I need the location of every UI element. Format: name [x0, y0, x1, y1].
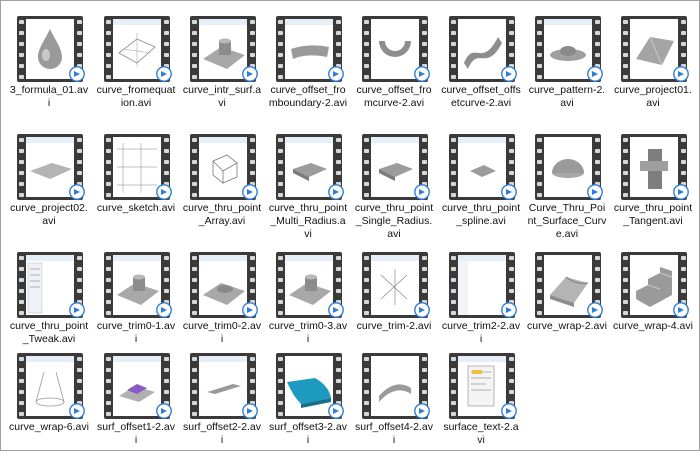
file-name: curve_thru_point_Tangent.avi: [613, 202, 693, 227]
file-item[interactable]: curve_pattern-2.avi: [527, 9, 607, 127]
media-player-badge-icon: [673, 66, 689, 82]
file-item[interactable]: curve_thru_point_Tangent.avi: [613, 127, 693, 245]
media-player-badge-icon: [501, 302, 517, 318]
media-player-badge-icon: [673, 302, 689, 318]
file-name: curve_thru_point_Tweak.avi: [9, 320, 89, 345]
media-player-badge-icon: [69, 302, 85, 318]
media-player-badge-icon: [242, 66, 258, 82]
file-item[interactable]: curve_thru_point_spline.avi: [441, 127, 521, 245]
file-name: curve_wrap-2.avi: [527, 320, 607, 332]
media-player-badge-icon: [242, 184, 258, 200]
file-item[interactable]: curve_project02.avi: [9, 127, 89, 245]
media-player-badge-icon: [69, 184, 85, 200]
file-item[interactable]: surf_offset4-2.avi: [354, 346, 434, 464]
media-player-badge-icon: [501, 66, 517, 82]
media-player-badge-icon: [673, 184, 689, 200]
file-item[interactable]: Curve_Thru_Point_Surface_Curve.avi: [527, 127, 607, 245]
media-player-badge-icon: [501, 403, 517, 419]
file-name: curve_wrap-4.avi: [613, 320, 693, 332]
file-item[interactable]: surf_offset1-2.avi: [96, 346, 176, 464]
file-name: surf_offset2-2.avi: [182, 421, 262, 446]
file-name: curve_project01.avi: [614, 84, 692, 109]
media-player-badge-icon: [501, 184, 517, 200]
media-player-badge-icon: [587, 66, 603, 82]
file-item[interactable]: curve_wrap-2.avi: [527, 245, 607, 363]
file-item[interactable]: curve_offset_fromboundary-2.avi: [268, 9, 348, 127]
file-item[interactable]: curve_offset_offsetcurve-2.avi: [441, 9, 521, 127]
media-player-badge-icon: [587, 184, 603, 200]
media-player-badge-icon: [328, 403, 344, 419]
media-player-badge-icon: [414, 302, 430, 318]
file-name: curve_thru_point_Single_Radius.avi: [354, 202, 434, 240]
file-item[interactable]: curve_fromequation.avi: [96, 9, 176, 127]
file-name: curve_project02.avi: [10, 202, 88, 227]
media-player-badge-icon: [328, 66, 344, 82]
media-player-badge-icon: [587, 302, 603, 318]
file-name: curve_trim0-3.avi: [268, 320, 348, 345]
media-player-badge-icon: [242, 302, 258, 318]
media-player-badge-icon: [69, 403, 85, 419]
file-item[interactable]: curve_thru_point_Array.avi: [182, 127, 262, 245]
file-name: curve_trim0-2.avi: [182, 320, 262, 345]
file-name: curve_offset_offsetcurve-2.avi: [441, 84, 521, 109]
file-item[interactable]: curve_offset_fromcurve-2.avi: [354, 9, 434, 127]
file-item[interactable]: curve_sketch.avi: [96, 127, 176, 245]
media-player-badge-icon: [156, 184, 172, 200]
file-name: curve_thru_point_Multi_Radius.avi: [268, 202, 348, 240]
media-player-badge-icon: [242, 403, 258, 419]
file-name: 3_formula_01.avi: [9, 84, 89, 109]
file-item[interactable]: surf_offset3-2.avi: [268, 346, 348, 464]
file-name: curve_thru_point_spline.avi: [441, 202, 521, 227]
file-name: Curve_Thru_Point_Surface_Curve.avi: [527, 202, 607, 240]
file-name: surf_offset3-2.avi: [268, 421, 348, 446]
media-player-badge-icon: [328, 184, 344, 200]
media-player-badge-icon: [414, 66, 430, 82]
file-name: curve_sketch.avi: [96, 202, 176, 214]
file-item[interactable]: 3_formula_01.avi: [9, 9, 89, 127]
file-item[interactable]: curve_wrap-6.avi: [9, 346, 89, 464]
file-name: curve_trim0-1.avi: [96, 320, 176, 345]
media-player-badge-icon: [414, 184, 430, 200]
file-grid: 3_formula_01.avi curve_fromequation.avi cu…: [1, 1, 699, 450]
file-name: curve_offset_fromcurve-2.avi: [356, 84, 432, 109]
file-name: curve_pattern-2.avi: [528, 84, 606, 109]
file-item[interactable]: surface_text-2.avi: [441, 346, 521, 464]
file-name: surf_offset1-2.avi: [96, 421, 176, 446]
file-name: curve_thru_point_Array.avi: [182, 202, 262, 227]
media-player-badge-icon: [328, 302, 344, 318]
file-name: surf_offset4-2.avi: [354, 421, 434, 446]
file-name: curve_trim2-2.avi: [441, 320, 521, 345]
file-item[interactable]: surf_offset2-2.avi: [182, 346, 262, 464]
file-item[interactable]: curve_intr_surf.avi: [182, 9, 262, 127]
file-name: curve_trim-2.avi: [356, 320, 432, 332]
file-item[interactable]: curve_thru_point_Single_Radius.avi: [354, 127, 434, 245]
media-player-badge-icon: [414, 403, 430, 419]
file-name: surface_text-2.avi: [443, 421, 519, 446]
media-player-badge-icon: [156, 302, 172, 318]
media-player-badge-icon: [156, 403, 172, 419]
file-name: curve_offset_fromboundary-2.avi: [268, 84, 348, 109]
file-item[interactable]: curve_thru_point_Multi_Radius.avi: [268, 127, 348, 245]
media-player-badge-icon: [156, 66, 172, 82]
file-item[interactable]: curve_wrap-4.avi: [613, 245, 693, 363]
media-player-badge-icon: [69, 66, 85, 82]
file-name: curve_wrap-6.avi: [9, 421, 89, 433]
file-name: curve_fromequation.avi: [96, 84, 176, 109]
file-browser-window: 3_formula_01.avi curve_fromequation.avi cu…: [0, 0, 700, 451]
file-item[interactable]: curve_project01.avi: [613, 9, 693, 127]
file-name: curve_intr_surf.avi: [182, 84, 262, 109]
